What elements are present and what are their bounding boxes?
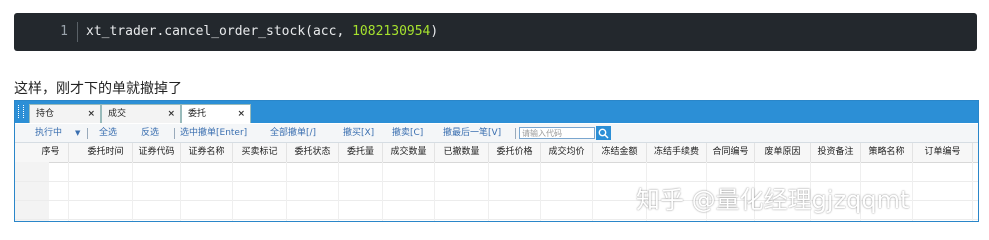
column-header[interactable]: 委托状态 — [287, 143, 339, 162]
search-icon — [598, 128, 609, 139]
toolbar-divider — [174, 128, 175, 139]
search-input[interactable]: 请输入代码 — [519, 127, 595, 139]
column-divider — [382, 162, 383, 221]
column-divider — [434, 162, 435, 221]
column-divider — [232, 162, 233, 221]
row-divider — [15, 219, 978, 220]
code-suffix: ) — [430, 24, 439, 39]
column-header[interactable]: 成交数量 — [383, 143, 435, 162]
column-divider — [540, 162, 541, 221]
table-header: 序号 委托时间 证券代码 证券名称 买卖标记 委托状态 委托量 成交数量 已撤数量 委托价格 成交均… — [15, 143, 978, 163]
column-header[interactable]: 委托时间 — [79, 143, 133, 162]
tab-label: 委托 — [188, 109, 207, 119]
column-header[interactable]: 买卖标记 — [233, 143, 287, 162]
tab-bar: 持仓 × 成交 × 委托 × — [15, 101, 978, 123]
tab-positions[interactable]: 持仓 × — [29, 104, 101, 123]
column-header[interactable]: 冻结手续费 — [647, 143, 707, 162]
invert-selection-button[interactable]: 反选 — [141, 124, 159, 142]
code-number: 1082130954 — [352, 24, 431, 39]
drag-handle-icon[interactable] — [18, 105, 24, 118]
watermark-text: 知乎 @量化经理gjzqqmt — [636, 186, 910, 214]
row-header-column — [15, 162, 49, 221]
tab-orders[interactable]: 委托 × — [181, 104, 251, 123]
toolbar-divider — [515, 128, 516, 139]
column-header[interactable]: 投资备注 — [811, 143, 861, 162]
column-header[interactable]: 冻结金额 — [593, 143, 647, 162]
chevron-down-icon[interactable]: ▼ — [75, 124, 80, 142]
cancel-sell-button[interactable]: 撤卖[C] — [392, 124, 423, 142]
column-divider — [180, 162, 181, 221]
cancel-buy-button[interactable]: 撤买[X] — [343, 124, 374, 142]
search-button[interactable] — [596, 126, 611, 140]
close-icon[interactable]: × — [87, 105, 95, 124]
column-header[interactable]: 订单编号 — [913, 143, 973, 162]
column-divider — [286, 162, 287, 221]
column-header[interactable]: 证券名称 — [181, 143, 233, 162]
column-divider — [488, 162, 489, 221]
column-header[interactable]: 合同编号 — [707, 143, 755, 162]
column-header[interactable]: 委托量 — [339, 143, 383, 162]
code-line: xt_trader.cancel_order_stock(acc, 108213… — [86, 24, 438, 39]
executing-filter[interactable]: 执行中 — [35, 124, 62, 142]
column-header[interactable]: 成交均价 — [541, 143, 593, 162]
column-divider — [338, 162, 339, 221]
line-number: 1 — [60, 24, 68, 39]
tab-label: 持仓 — [36, 109, 55, 119]
column-divider — [68, 162, 69, 221]
column-divider — [972, 162, 973, 221]
column-header[interactable]: 委托价格 — [489, 143, 541, 162]
column-divider — [132, 162, 133, 221]
column-divider — [592, 162, 593, 221]
toolbar-divider — [87, 128, 88, 139]
cancel-selected-button[interactable]: 选中撤单[Enter] — [180, 124, 247, 142]
tab-label: 成交 — [108, 109, 127, 119]
cancel-last-button[interactable]: 撤最后一笔[V] — [443, 124, 501, 142]
code-block: 1 xt_trader.cancel_order_stock(acc, 1082… — [14, 13, 977, 51]
column-header[interactable]: 策略名称 — [861, 143, 913, 162]
close-icon[interactable]: × — [167, 105, 175, 124]
column-header[interactable]: 废单原因 — [755, 143, 811, 162]
select-all-button[interactable]: 全选 — [99, 124, 117, 142]
column-divider — [912, 162, 913, 221]
column-header[interactable]: 证券代码 — [133, 143, 181, 162]
column-header[interactable]: 已撤数量 — [435, 143, 489, 162]
cancel-all-button[interactable]: 全部撤单[/] — [270, 124, 316, 142]
gutter-divider — [77, 22, 78, 42]
close-icon[interactable]: × — [237, 105, 245, 124]
toolbar: 执行中 ▼ 全选 反选 选中撤单[Enter] 全部撤单[/] 撤买[X] 撤卖… — [15, 124, 978, 143]
column-header[interactable]: 序号 — [33, 143, 69, 162]
caption-text: 这样，刚才下的单就撤掉了 — [14, 81, 182, 97]
tab-trades[interactable]: 成交 × — [101, 104, 181, 123]
code-text: xt_trader.cancel_order_stock(acc, — [86, 24, 353, 39]
